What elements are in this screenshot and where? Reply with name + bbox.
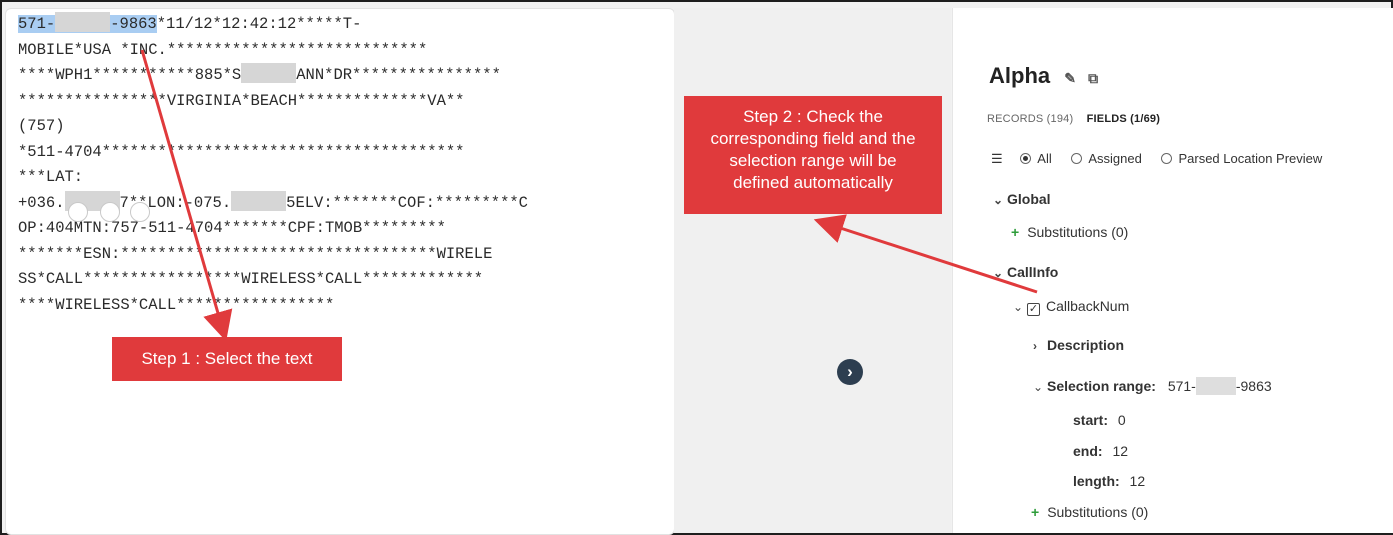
- chevron-down-icon: ⌄: [993, 193, 1004, 207]
- selection-range-value-start: 571-: [1167, 378, 1196, 394]
- group-callinfo[interactable]: ⌄ CallInfo: [993, 264, 1058, 280]
- checkbox-checked-icon[interactable]: ✓: [1027, 303, 1040, 316]
- callinfo-substitutions[interactable]: + Substitutions (0): [1031, 504, 1148, 520]
- chevron-down-icon: ⌄: [1033, 380, 1044, 394]
- plus-icon: +: [1031, 504, 1040, 520]
- redacted-block: [1195, 377, 1236, 395]
- filter-all-radio[interactable]: All: [1020, 151, 1052, 166]
- global-substitutions[interactable]: + Substitutions (0): [1011, 224, 1128, 240]
- text-line: (757): [18, 117, 65, 135]
- text-selection[interactable]: 571- -9863: [18, 12, 157, 33]
- end-label: end:: [1073, 443, 1103, 459]
- step2-text: defined automatically: [733, 173, 893, 192]
- text-line: SS*CALL*****************WIRELESS*CALL***…: [18, 270, 484, 288]
- step1-text: Step 1 : Select the text: [141, 349, 313, 368]
- tab-records[interactable]: RECORDS (194): [987, 113, 1073, 125]
- text-line: ***LAT:: [18, 168, 84, 186]
- selection-handle[interactable]: [68, 202, 88, 222]
- start-label: start:: [1073, 412, 1109, 428]
- step1-callout: Step 1 : Select the text: [112, 337, 342, 381]
- selection-handle[interactable]: [100, 202, 120, 222]
- field-callbacknum-label: CallbackNum: [1046, 298, 1130, 314]
- step2-text: corresponding field and the: [710, 129, 916, 148]
- filter-icon[interactable]: ☰: [991, 151, 1003, 166]
- selection-handle[interactable]: [130, 202, 150, 222]
- filter-parsed-label: Parsed Location Preview: [1178, 151, 1323, 166]
- radio-icon: [1161, 153, 1173, 164]
- selection-range-value-end: -9863: [1235, 378, 1272, 394]
- selected-text-start: 571-: [18, 15, 56, 33]
- chevron-right-icon: ›: [1033, 339, 1037, 353]
- start-value: 0: [1117, 412, 1126, 428]
- radio-icon: [1020, 153, 1032, 164]
- step2-callout: Step 2 : Check the corresponding field a…: [684, 96, 942, 214]
- text-line: ****************VIRGINIA*BEACH**********…: [18, 91, 465, 110]
- length-label: length:: [1073, 473, 1120, 489]
- app-window: 571- -9863*11/12*12:42:12*****T- MOBILE*U…: [2, 2, 1393, 535]
- panel-title: Alpha ✎ ⧉: [989, 63, 1098, 89]
- text-line: OP:404MTN:757-511-4704*******CPF:TMOB***…: [18, 219, 446, 237]
- step2-text: selection range will be: [729, 151, 897, 170]
- text-line: +036.: [18, 193, 65, 212]
- step2-text: Step 2 : Check the: [743, 107, 883, 126]
- radio-icon: [1071, 153, 1083, 164]
- redacted-block: [241, 63, 297, 83]
- text-line: *11/12*12:42:12*****T-: [156, 15, 362, 33]
- end-value: 12: [1112, 443, 1129, 459]
- raw-record-text[interactable]: 571- -9863*11/12*12:42:12*****T- MOBILE*U…: [18, 12, 668, 318]
- group-global[interactable]: ⌄ Global: [993, 191, 1051, 207]
- filter-row: ☰ All Assigned Parsed Location Preview: [991, 151, 1322, 167]
- callinfo-substitutions-label: Substitutions (0): [1047, 504, 1149, 520]
- selection-range-row[interactable]: ⌄ Selection range: 571- -9863: [1033, 377, 1272, 395]
- group-callinfo-label: CallInfo: [1007, 264, 1059, 280]
- filter-parsed-radio[interactable]: Parsed Location Preview: [1161, 151, 1322, 166]
- selected-text-end: -9863: [110, 15, 157, 33]
- text-line: *******ESN:*****************************…: [18, 244, 493, 263]
- text-line: *511-4704*******************************…: [18, 142, 465, 161]
- field-callbacknum[interactable]: ⌄ ✓ CallbackNum: [1013, 298, 1129, 316]
- plus-icon: +: [1011, 224, 1020, 240]
- redacted-block: [55, 12, 111, 32]
- filter-assigned-radio[interactable]: Assigned: [1071, 151, 1142, 166]
- chevron-down-icon: ⌄: [1013, 300, 1024, 314]
- divider-pane: [674, 8, 951, 533]
- selection-range-label: Selection range:: [1047, 378, 1156, 394]
- chevron-down-icon: ⌄: [993, 266, 1004, 280]
- global-substitutions-label: Substitutions (0): [1027, 224, 1129, 240]
- fields-panel: Alpha ✎ ⧉ RECORDS (194) FIELDS (1/69) ☰ …: [952, 8, 1393, 533]
- tab-fields[interactable]: FIELDS (1/69): [1087, 113, 1161, 125]
- description-label: Description: [1047, 337, 1125, 353]
- group-global-label: Global: [1007, 191, 1051, 207]
- raw-text-pane[interactable]: 571- -9863*11/12*12:42:12*****T- MOBILE*U…: [5, 8, 675, 535]
- redacted-block: [231, 190, 287, 211]
- copy-icon[interactable]: ⧉: [1088, 70, 1098, 86]
- description-row[interactable]: › Description: [1033, 337, 1124, 353]
- pencil-icon[interactable]: ✎: [1064, 70, 1076, 86]
- text-line: ANN*DR****************: [296, 66, 501, 84]
- length-value: 12: [1129, 473, 1146, 489]
- text-line: MOBILE*USA *INC.************************…: [18, 40, 428, 59]
- range-length: length: 12: [1073, 473, 1145, 489]
- text-line: ****WIRELESS*CALL*****************: [18, 295, 335, 314]
- range-start: start: 0: [1073, 412, 1126, 428]
- text-line: 5ELV:*******COF:*********C: [286, 193, 528, 212]
- text-line: ****WPH1***********885*S: [18, 66, 242, 84]
- panel-tabs: RECORDS (194) FIELDS (1/69): [987, 113, 1160, 125]
- panel-title-text: Alpha: [989, 63, 1051, 88]
- next-arrow-button[interactable]: ›: [837, 359, 863, 385]
- filter-all-label: All: [1037, 151, 1052, 166]
- range-end: end: 12: [1073, 443, 1128, 459]
- filter-assigned-label: Assigned: [1088, 151, 1142, 166]
